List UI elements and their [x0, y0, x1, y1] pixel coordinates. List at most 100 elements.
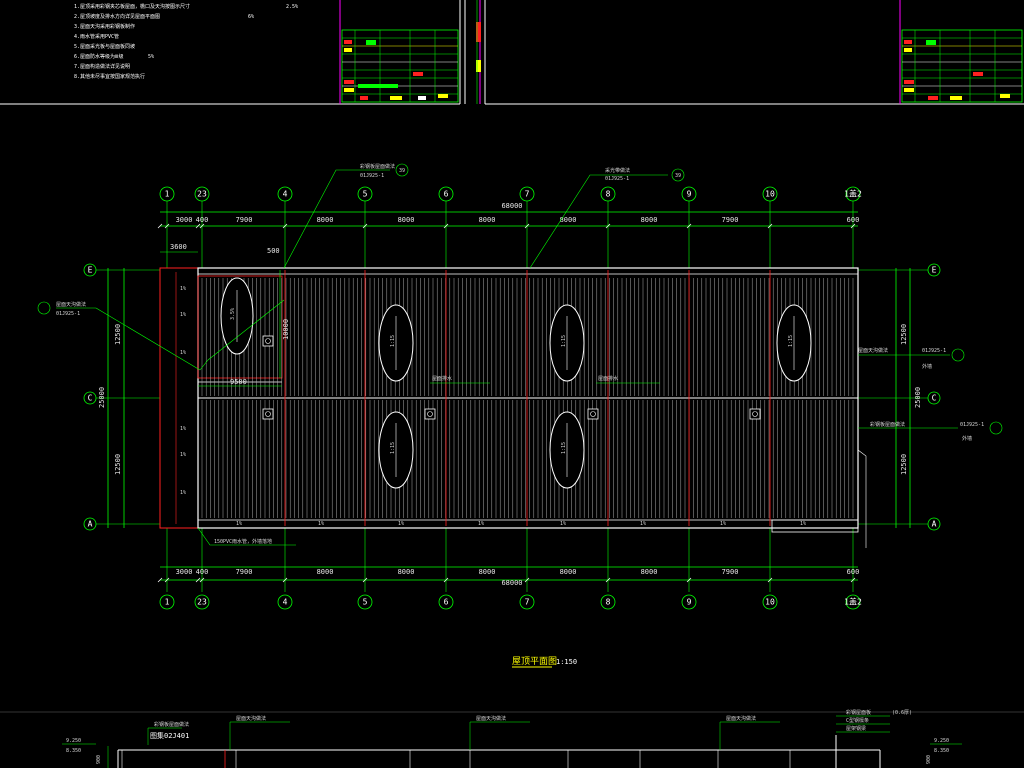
title-block-left — [341, 29, 459, 103]
column-label-bottom-1: 1 — [165, 598, 170, 607]
callout-right-ref-1: 01J925-1 — [922, 348, 946, 354]
gutter-slope-left-0: 1% — [180, 286, 186, 292]
gutter-slope-bottom-5: 1% — [640, 521, 646, 527]
column-grid-lines — [166, 198, 854, 592]
section-note-3: 屋面天沟做法 — [476, 715, 506, 722]
dim-right-1: 12500 — [900, 324, 908, 345]
drain-4 — [587, 408, 599, 420]
gutter-slope-bottom-3: 1% — [478, 521, 484, 527]
column-label-top-10: 10 — [765, 190, 775, 199]
bottom-seg-dim-7: 8000 — [641, 568, 658, 576]
dim-500: 500 — [267, 247, 280, 255]
legend-1-size: (0.6厚) — [892, 710, 912, 716]
column-label-bottom-4: 4 — [283, 598, 288, 607]
slope-label-1: 3.5% — [230, 308, 236, 320]
skylights: 3.5% 1:15 1:15 1:15 1:15 1:15 — [220, 277, 812, 489]
note-value-2: 5% — [148, 54, 154, 60]
gutter-slope-labels: 1% 1% 1% 1% 1% 1% 1% 1% 1% 1% 1% 1% 1% 1% — [180, 286, 806, 527]
bottom-seg-dim-2: 7900 — [236, 568, 253, 576]
drain-2 — [262, 408, 274, 420]
callout-right-ref-2: 01J925-1 — [960, 422, 984, 428]
callout-left-desc: 屋面天沟做法 — [56, 301, 86, 308]
dim-3600: 3600 — [170, 243, 187, 251]
cad-drawing-canvas: 1.屋顶采用彩钢夹芯板屋面，檐口及天沟按图示尺寸 2.屋顶坡度及排水方向详见屋面… — [0, 0, 1024, 768]
callout-skylight: 采光带做法 — [605, 167, 630, 174]
callout-right-1: 屋面天沟做法 — [858, 347, 888, 354]
note-line-6: 6.屋面防水等级为Ⅲ级 — [74, 53, 123, 60]
gutter-slope-bottom-4: 1% — [560, 521, 566, 527]
callout-roof: 彩钢板屋面做法 — [360, 163, 395, 170]
plan-title-text: 屋顶平面图 — [512, 656, 557, 667]
dim-left-2: 25000 — [98, 387, 106, 408]
dim-right-2: 25000 — [914, 387, 922, 408]
note-line-2: 2.屋顶坡度及排水方向详见屋面平面图 — [74, 13, 160, 20]
note-value-1: 2.5% — [286, 4, 298, 10]
note-line-1: 1.屋顶采用彩钢夹芯板屋面，檐口及天沟按图示尺寸 — [74, 3, 190, 10]
general-notes: 1.屋顶采用彩钢夹芯板屋面，檐口及天沟按图示尺寸 2.屋顶坡度及排水方向详见屋面… — [74, 3, 298, 80]
column-label-bottom-6: 6 — [444, 598, 449, 607]
section-note-1: 彩钢板屋面做法 — [154, 721, 189, 728]
row-label-e-left: E — [88, 266, 93, 275]
overall-dimension-top: 68000 — [501, 202, 522, 210]
gutter-slope-left-1: 1% — [180, 312, 186, 318]
section-dim-left: 900 — [96, 755, 102, 764]
bottom-seg-dim-5: 8000 — [479, 568, 496, 576]
top-seg-dim-1: 400 — [196, 216, 209, 224]
gutter-slope-bottom-0: 1% — [236, 521, 242, 527]
callout-ref-1: 01J925-1 — [360, 173, 384, 179]
drain-1 — [262, 335, 274, 347]
column-label-top-6: 6 — [444, 190, 449, 199]
top-seg-dim-6: 8000 — [560, 216, 577, 224]
callout-right-wall: 外墙 — [922, 363, 932, 370]
gutter-slope-bottom-6: 1% — [720, 521, 726, 527]
column-label-bottom-1盖2: 1盖2 — [844, 597, 862, 607]
dim-left-1: 12500 — [114, 324, 122, 345]
note-line-5: 5.屋面采光板与屋面板同坡 — [74, 43, 135, 50]
note-line-4: 4.雨水管采用PVC管 — [74, 33, 119, 40]
bottom-seg-dim-9: 600 — [847, 568, 860, 576]
roof-drains — [262, 335, 761, 420]
title-block-right — [901, 29, 1023, 103]
plan-title: 屋顶平面图 1:150 — [512, 656, 577, 668]
dim-9500: 9500 — [230, 378, 247, 386]
top-seg-dim-8: 7900 — [722, 216, 739, 224]
dim-10000: 10000 — [282, 319, 290, 340]
plan-scale: 1:150 — [556, 658, 577, 666]
segment-dimensions: 3000300040040079007900800080008000800080… — [157, 216, 860, 583]
column-label-top-1: 1 — [165, 190, 170, 199]
row-axis-bubbles: E C A E C A — [83, 263, 941, 531]
column-label-top-5: 5 — [363, 190, 368, 199]
gutter-slope-bottom-7: 1% — [800, 521, 806, 527]
note-line-7: 7.屋面构造做法详见说明 — [74, 63, 130, 70]
callout-right-wall-2: 外墙 — [962, 435, 972, 442]
bottom-seg-dim-0: 3000 — [176, 568, 193, 576]
top-seg-dim-7: 8000 — [641, 216, 658, 224]
dim-left-3: 12500 — [114, 454, 122, 475]
gutter-slope-left-4: 1% — [180, 452, 186, 458]
drain-3 — [424, 408, 436, 420]
section-dim-right: 900 — [926, 755, 932, 764]
overall-dimension-bottom: 68000 — [501, 579, 522, 587]
column-label-top-7: 7 — [525, 190, 530, 199]
legend-3: 屋架钢梁 — [846, 725, 866, 732]
bottom-seg-dim-4: 8000 — [398, 568, 415, 576]
slope-label-5: 1:15 — [390, 442, 396, 454]
section-note-2: 屋面天沟做法 — [236, 715, 266, 722]
top-seg-dim-3: 8000 — [317, 216, 334, 224]
callout-drain-2: 屋面排水 — [598, 375, 618, 382]
note-line-8: 8.其他未尽事宜按国家规范执行 — [74, 73, 145, 80]
top-seg-dim-9: 600 — [847, 216, 860, 224]
section-note-4: 屋面天沟做法 — [726, 715, 756, 722]
top-seg-dim-0: 3000 — [176, 216, 193, 224]
callout-tag-2: 39 — [675, 173, 681, 179]
pvc-pipe-note: 150PVC雨水管，外墙落地 — [214, 538, 272, 545]
gutter-slope-bottom-2: 1% — [398, 521, 404, 527]
column-label-top-4: 4 — [283, 190, 288, 199]
bottom-seg-dim-1: 400 — [196, 568, 209, 576]
gutter-slope-left-5: 1% — [180, 490, 186, 496]
bottom-section: 9.250 8.350 900 9.250 8.350 900 彩钢板屋面做法 … — [0, 709, 1024, 768]
column-label-top-1盖2: 1盖2 — [844, 189, 862, 199]
gutter-slope-left-2: 1% — [180, 350, 186, 356]
column-label-bottom-10: 10 — [765, 598, 775, 607]
bottom-seg-dim-8: 7900 — [722, 568, 739, 576]
